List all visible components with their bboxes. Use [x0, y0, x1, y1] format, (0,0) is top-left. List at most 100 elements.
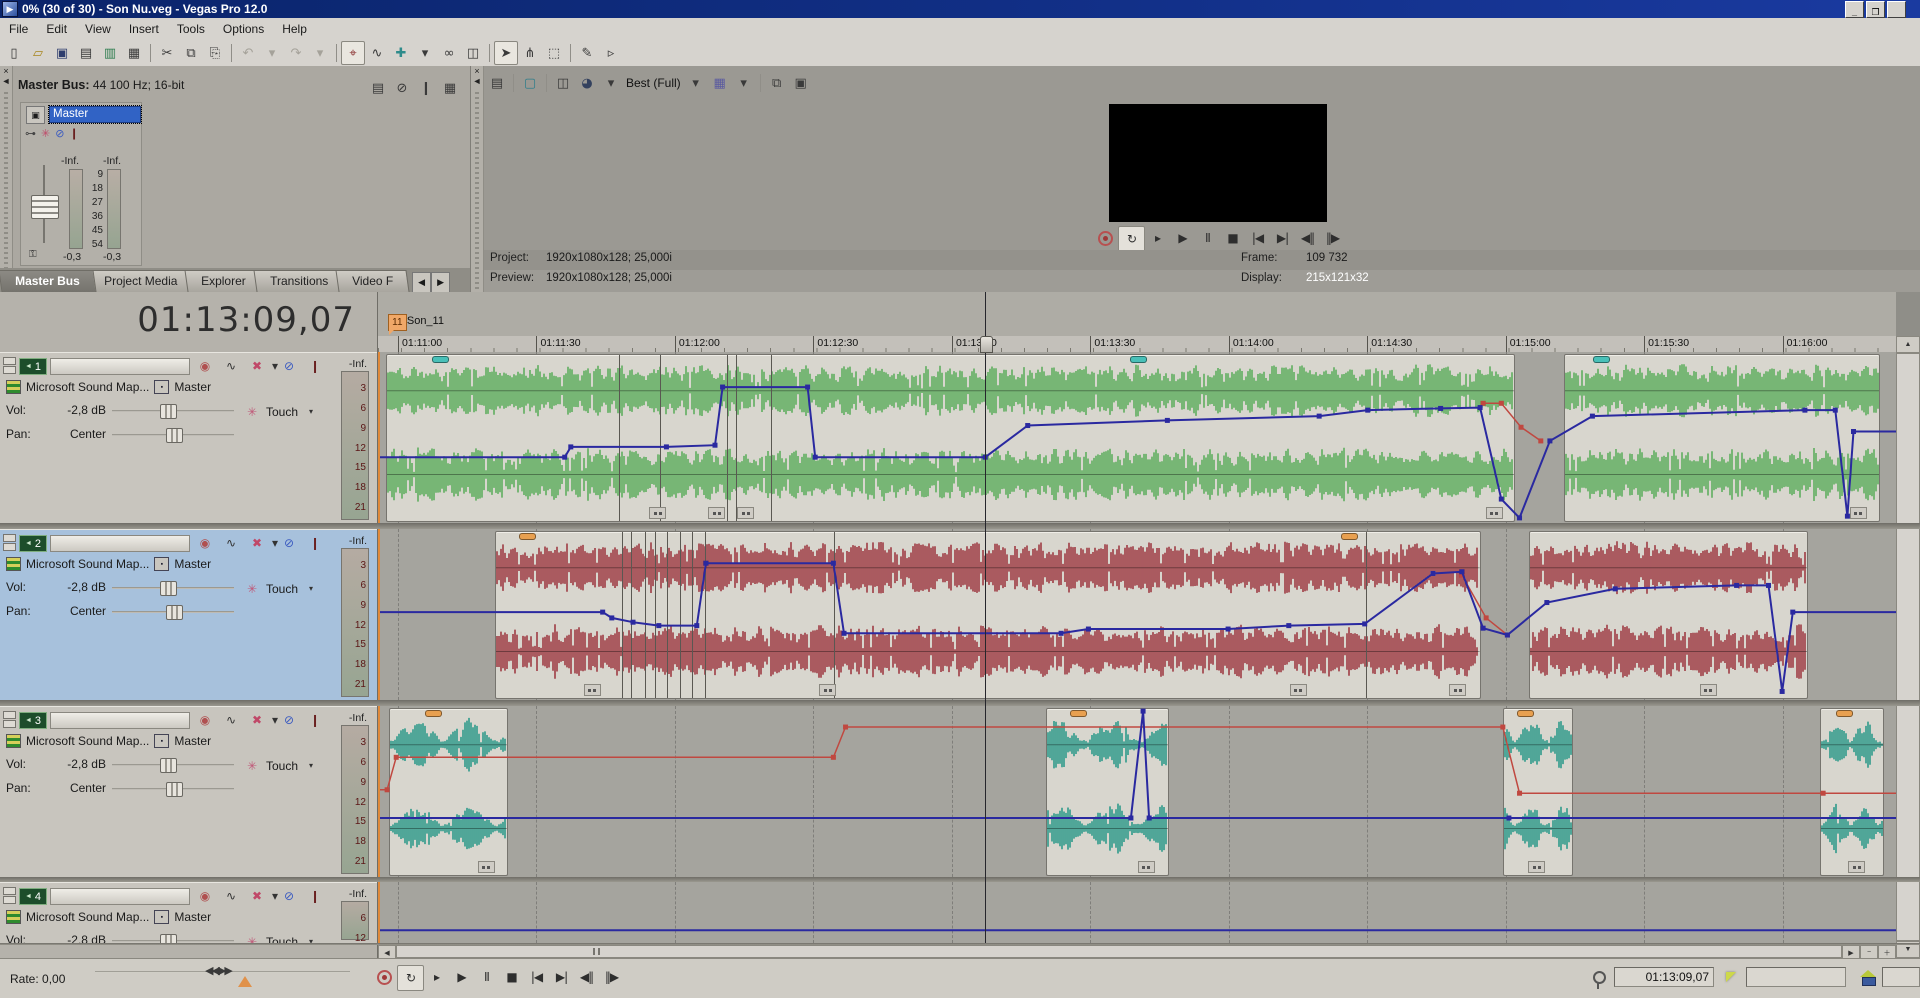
go-to-end-button[interactable]: ▶|: [549, 965, 574, 989]
mute-button[interactable]: ⊘: [280, 887, 298, 904]
marker-bar[interactable]: 11 Son_11: [378, 292, 1896, 337]
audio-event[interactable]: [1046, 708, 1169, 876]
preview-stop-button[interactable]: ■: [1220, 226, 1245, 250]
next-frame-button[interactable]: ‖▶: [599, 965, 624, 989]
event-fx-badge[interactable]: [1449, 684, 1466, 696]
panel-grip[interactable]: [4, 89, 8, 289]
event-split[interactable]: [655, 532, 656, 698]
automation-menu-button[interactable]: ▾: [309, 761, 313, 770]
pan-slider-track[interactable]: [112, 611, 234, 613]
envelope-node[interactable]: [831, 755, 836, 760]
volume-slider-track[interactable]: [112, 940, 234, 942]
paint-tool-button[interactable]: ✎: [575, 41, 599, 65]
pin-panel-icon[interactable]: ◄: [473, 76, 482, 86]
track-3-header[interactable]: 3◉∿✖▾⊘❙-Inf.Microsoft Sound Map...▪Maste…: [0, 706, 377, 878]
track-2-header[interactable]: 2◉∿✖▾⊘❙-Inf.Microsoft Sound Map...▪Maste…: [0, 529, 377, 701]
volume-value[interactable]: -2,8 dB: [44, 403, 106, 417]
io-plug-icon[interactable]: ⊶: [25, 127, 36, 140]
track-device-name[interactable]: Microsoft Sound Map...: [26, 734, 149, 748]
title-bar[interactable]: ▶ 0% (30 of 30) - Son Nu.veg - Vegas Pro…: [0, 0, 1920, 18]
event-split[interactable]: [834, 532, 835, 698]
envelope-node[interactable]: [1517, 515, 1522, 520]
tab-video-f[interactable]: Video F: [335, 270, 409, 292]
preview-properties-button[interactable]: ▤: [485, 71, 509, 95]
event-split[interactable]: [619, 355, 620, 521]
envelope-button[interactable]: ∿: [222, 711, 240, 728]
mute-button[interactable]: ⊘: [280, 711, 298, 728]
mute-button[interactable]: ⊘: [280, 534, 298, 551]
timecode-display[interactable]: 01:13:09,07: [0, 292, 377, 351]
volume-slider-handle[interactable]: [160, 581, 177, 596]
new-project-button[interactable]: ▯: [2, 41, 26, 65]
auto-crossfade-button[interactable]: ∿: [365, 41, 389, 65]
record-button[interactable]: [372, 965, 397, 989]
envelope-button[interactable]: ∿: [222, 887, 240, 904]
cut-button[interactable]: ✂: [155, 41, 179, 65]
automation-menu-button[interactable]: ▾: [309, 584, 313, 593]
automation-settings-button[interactable]: ✳: [243, 403, 261, 420]
event-fx-badge[interactable]: [1850, 507, 1867, 519]
event-split[interactable]: [771, 355, 772, 521]
tab-scroll-right[interactable]: ▶: [431, 272, 450, 293]
master-lock-icon[interactable]: ⚿: [29, 249, 37, 260]
track-separator[interactable]: [0, 523, 1920, 529]
envelope-tool-button[interactable]: ⋔: [518, 41, 542, 65]
event-fx-badge[interactable]: [1138, 861, 1155, 873]
pan-slider-track[interactable]: [112, 434, 234, 436]
solo-bus-button[interactable]: ❙: [414, 76, 438, 100]
track-separator[interactable]: [0, 700, 1920, 706]
record-arm-button[interactable]: ◉: [196, 887, 214, 904]
restore-track-button[interactable]: [3, 720, 16, 728]
track-device-name[interactable]: Microsoft Sound Map...: [26, 380, 149, 394]
master-bus-button[interactable]: ▣: [26, 106, 45, 124]
tab-transitions[interactable]: Transitions: [253, 270, 344, 292]
minimize-button[interactable]: _: [1845, 1, 1864, 18]
minimize-track-button[interactable]: [3, 887, 16, 895]
envelope-node[interactable]: [1484, 615, 1489, 620]
time-ruler[interactable]: 01:11:0001:11:3001:12:0001:12:3001:13:00…: [378, 336, 1896, 353]
properties-button[interactable]: ▤: [74, 41, 98, 65]
ignore-grouping-button[interactable]: ◫: [461, 41, 485, 65]
volume-value[interactable]: -2,8 dB: [44, 757, 106, 771]
envelope-node[interactable]: [1547, 438, 1552, 443]
event-fx-badge[interactable]: [649, 507, 666, 519]
automation-settings-button[interactable]: ✳: [243, 757, 261, 774]
event-fx-badge[interactable]: [478, 861, 495, 873]
menu-file[interactable]: File: [0, 19, 37, 39]
scroll-up-button[interactable]: ▲: [1896, 336, 1920, 353]
envelope-button[interactable]: ∿: [222, 357, 240, 374]
external-monitor-button[interactable]: ▢: [518, 71, 542, 95]
panel-grip[interactable]: [475, 89, 479, 289]
pan-slider-handle[interactable]: [166, 428, 183, 443]
menu-edit[interactable]: Edit: [37, 19, 76, 39]
minimize-track-button[interactable]: [3, 534, 16, 542]
auto-ripple-menu-button[interactable]: ▾: [413, 41, 437, 65]
event-fx-badge[interactable]: [708, 507, 725, 519]
save-button[interactable]: ▣: [50, 41, 74, 65]
split-screen-button[interactable]: ◫: [551, 71, 575, 95]
volume-slider-track[interactable]: [112, 410, 234, 412]
event-fx-badge[interactable]: [1848, 861, 1865, 873]
horizontal-scroll-thumb[interactable]: [396, 945, 1842, 958]
event-fx-badge[interactable]: [1528, 861, 1545, 873]
master-fader-handle[interactable]: [31, 195, 59, 219]
minimize-track-button[interactable]: [3, 711, 16, 719]
cursor-timecode-field[interactable]: 01:13:09,07: [1614, 967, 1714, 987]
enable-snapping-button[interactable]: ⌖: [341, 41, 365, 65]
close-panel-icon[interactable]: ×: [3, 66, 8, 76]
preview-loop-button[interactable]: ↻: [1118, 226, 1145, 252]
event-fx-badge[interactable]: [1486, 507, 1503, 519]
event-split[interactable]: [645, 532, 646, 698]
tab-scroll-left[interactable]: ◀: [412, 272, 431, 293]
quality-menu2-button[interactable]: ▾: [684, 71, 708, 95]
event-fx-badge[interactable]: [584, 684, 601, 696]
track-1-lane[interactable]: [378, 352, 1896, 523]
selection-length-field[interactable]: [1746, 967, 1846, 987]
volume-slider-handle[interactable]: [160, 404, 177, 419]
event-split[interactable]: [667, 532, 668, 698]
playhead-line[interactable]: [985, 292, 986, 943]
pan-slider-track[interactable]: [112, 788, 234, 790]
solo-icon[interactable]: ❙: [69, 127, 78, 140]
audio-event[interactable]: [1503, 708, 1573, 876]
menu-options[interactable]: Options: [214, 19, 273, 39]
